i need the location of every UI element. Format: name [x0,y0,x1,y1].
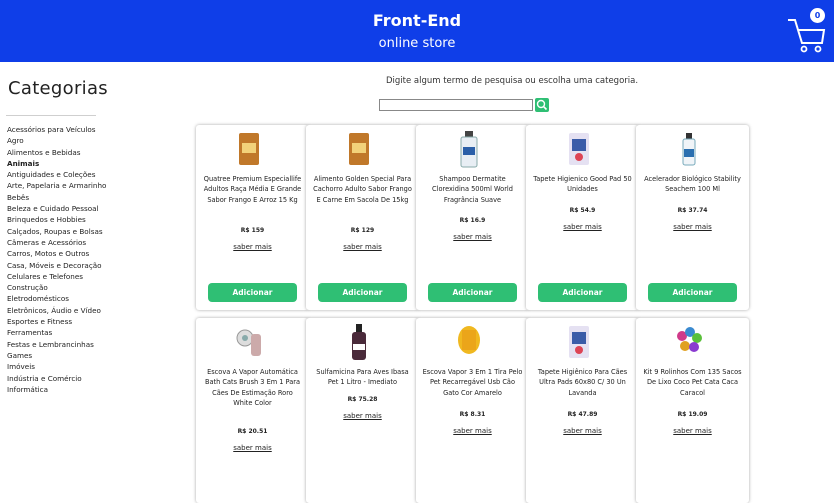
sidebar-divider [6,115,96,116]
category-item[interactable]: Esportes e Fitness [7,316,106,327]
product-name: Shampoo Dermatite Clorexidina 500ml Worl… [432,175,513,204]
shampoo-bottle-icon [460,131,478,168]
saber-mais-link[interactable]: saber mais [306,412,419,420]
category-list: Acessórios para Veículos Agro Alimentos e … [7,124,106,395]
product-card: Tapete Higiênico Para Cães Ultra Pads 60… [526,318,639,503]
search-icon [536,99,548,111]
product-price: R$ 37.74 [677,207,708,214]
category-item[interactable]: Animais [7,158,106,169]
saber-mais-link[interactable]: saber mais [196,444,309,452]
product-card: Acelerador Biológico Stability Seachem 1… [636,125,749,310]
add-to-cart-button[interactable]: Adicionar [648,283,737,302]
dog-food-bag-icon [239,133,259,165]
add-to-cart-button[interactable]: Adicionar [538,283,627,302]
product-name: Acelerador Biológico Stability Seachem 1… [644,175,741,194]
category-item[interactable]: Indústria e Comércio [7,373,106,384]
product-price: R$ 75.28 [347,396,378,403]
product-card: Tapete Higienico Good Pad 50 Unidades R$ … [526,125,639,310]
product-name: Quatree Premium Especiallife Adultos Raç… [203,175,302,204]
category-item[interactable]: Ferramentas [7,327,106,338]
add-to-cart-button[interactable]: Adicionar [208,283,297,302]
category-item[interactable]: Arte, Papelaria e Armarinho [7,180,106,191]
product-name: Tapete Higienico Good Pad 50 Unidades [533,175,632,194]
saber-mais-link[interactable]: saber mais [636,223,749,231]
category-item[interactable]: Imóveis [7,361,106,372]
header: Front-End online store 0 [0,0,834,62]
sidebar-title: Categorias [8,78,108,99]
pet-brush-icon [236,329,261,356]
product-name: Kit 9 Rolinhos Com 135 Sacos De Lixo Coc… [643,368,742,397]
product-price: R$ 54.9 [569,207,596,214]
saber-mais-link[interactable]: saber mais [416,233,529,241]
category-item[interactable]: Beleza e Cuidado Pessoal [7,203,106,214]
store-title: Front-End [372,11,462,30]
category-item[interactable]: Brinquedos e Hobbies [7,214,106,225]
category-item[interactable]: Agro [7,135,106,146]
product-card: Shampoo Dermatite Clorexidina 500ml Worl… [416,125,529,310]
search-button[interactable] [535,98,549,112]
product-card: Escova A Vapor Automática Bath Cats Brus… [196,318,309,503]
small-bottle-icon [682,133,696,166]
product-name: Escova Vapor 3 Em 1 Tira Pelo Pet Recarr… [422,368,523,397]
product-price: R$ 20.51 [237,428,268,435]
saber-mais-link[interactable]: saber mais [636,427,749,435]
category-item[interactable]: Informática [7,384,106,395]
product-name: Alimento Golden Special Para Cachorro Ad… [313,175,412,204]
category-item[interactable]: Calçados, Roupas e Bolsas [7,226,106,237]
product-card: Sulfamicina Para Aves Ibasa Pet 1 Litro … [306,318,419,503]
product-name: Escova A Vapor Automática Bath Cats Brus… [204,368,301,407]
product-price: R$ 19.09 [677,411,708,418]
medicine-bottle-icon [352,324,366,360]
store-subtitle: online store [378,36,456,51]
search-input[interactable] [379,99,533,111]
product-name: Tapete Higiênico Para Cães Ultra Pads 60… [537,368,628,397]
product-card: Kit 9 Rolinhos Com 135 Sacos De Lixo Coc… [636,318,749,503]
add-to-cart-button[interactable]: Adicionar [428,283,517,302]
product-price: R$ 47.89 [567,411,598,418]
cart-count-badge: 0 [810,8,825,23]
add-to-cart-button[interactable]: Adicionar [318,283,407,302]
category-item[interactable]: Acessórios para Veículos [7,124,106,135]
bag-rolls-icon [677,327,702,352]
product-card: Escova Vapor 3 Em 1 Tira Pelo Pet Recarr… [416,318,529,503]
category-item[interactable]: Bebês [7,192,106,203]
category-item[interactable]: Construção [7,282,106,293]
category-item[interactable]: Antiguidades e Coleções [7,169,106,180]
sidebar: Categorias Acessórios para Veículos Agro A… [0,62,190,443]
product-price: R$ 16.9 [459,217,486,224]
category-item[interactable]: Casa, Móveis e Decoração [7,260,106,271]
product-price: R$ 129 [350,227,375,234]
product-price: R$ 8.31 [459,411,486,418]
category-item[interactable]: Festas e Lembrancinhas [7,339,106,350]
dog-food-bag-icon [349,133,369,165]
yellow-brush-icon [458,326,480,354]
saber-mais-link[interactable]: saber mais [526,223,639,231]
saber-mais-link[interactable]: saber mais [526,427,639,435]
category-item[interactable]: Eletrônicos, Áudio e Vídeo [7,305,106,316]
pad-package-icon [569,326,589,358]
product-card: Quatree Premium Especiallife Adultos Raç… [196,125,309,310]
saber-mais-link[interactable]: saber mais [306,243,419,251]
pad-package-icon [569,133,589,165]
product-card: Alimento Golden Special Para Cachorro Ad… [306,125,419,310]
cart-button[interactable]: 0 [786,8,826,56]
category-item[interactable]: Câmeras e Acessórios [7,237,106,248]
saber-mais-link[interactable]: saber mais [416,427,529,435]
category-item[interactable]: Alimentos e Bebidas [7,147,106,158]
product-price: R$ 159 [240,227,265,234]
category-item[interactable]: Carros, Motos e Outros [7,248,106,259]
category-item[interactable]: Eletrodomésticos [7,293,106,304]
product-name: Sulfamicina Para Aves Ibasa Pet 1 Litro … [316,368,409,387]
category-item[interactable]: Celulares e Telefones [7,271,106,282]
saber-mais-link[interactable]: saber mais [196,243,309,251]
category-item[interactable]: Games [7,350,106,361]
search-hint: Digite algum termo de pesquisa ou escolh… [385,76,639,86]
